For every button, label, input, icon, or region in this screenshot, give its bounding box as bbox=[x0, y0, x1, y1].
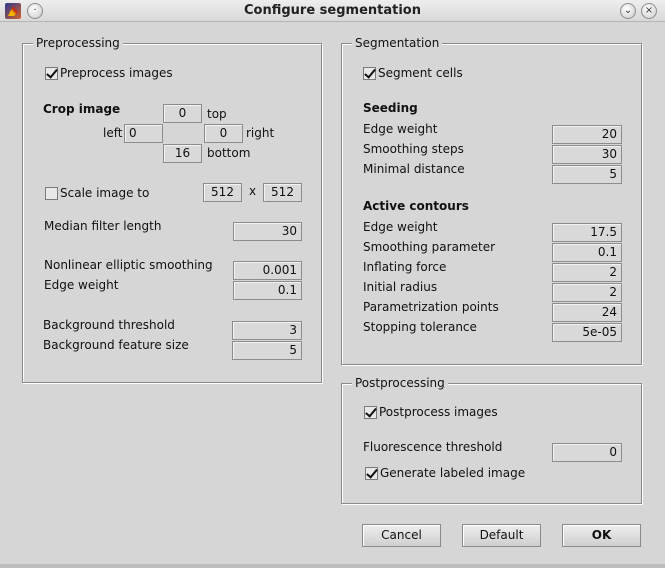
window-title: Configure segmentation bbox=[244, 3, 421, 18]
background-feature-field[interactable]: 5 bbox=[232, 341, 302, 360]
default-button[interactable]: Default bbox=[462, 524, 541, 547]
crop-left-label: left bbox=[103, 126, 123, 140]
ac-edge-weight-field[interactable]: 17.5 bbox=[552, 223, 622, 242]
scale-image-label: Scale image to bbox=[60, 186, 150, 200]
background-threshold-field[interactable]: 3 bbox=[232, 321, 302, 340]
preprocess-images-checkbox[interactable] bbox=[45, 67, 58, 80]
segment-cells-label: Segment cells bbox=[378, 66, 463, 80]
stopping-tolerance-label: Stopping tolerance bbox=[363, 320, 477, 334]
generate-labeled-label: Generate labeled image bbox=[380, 466, 526, 480]
scale-width-field[interactable]: 512 bbox=[203, 183, 242, 202]
crop-top-field[interactable]: 0 bbox=[163, 104, 202, 123]
scale-image-checkbox[interactable] bbox=[45, 187, 58, 200]
cancel-button[interactable]: Cancel bbox=[362, 524, 441, 547]
inflating-force-label: Inflating force bbox=[363, 260, 447, 274]
ok-button[interactable]: OK bbox=[562, 524, 641, 547]
background-feature-label: Background feature size bbox=[43, 338, 189, 352]
minimal-distance-label: Minimal distance bbox=[363, 162, 465, 176]
median-filter-field[interactable]: 30 bbox=[233, 222, 302, 241]
minimal-distance-field[interactable]: 5 bbox=[552, 165, 622, 184]
crop-bottom-field[interactable]: 16 bbox=[163, 144, 202, 163]
preprocess-images-label: Preprocess images bbox=[60, 66, 173, 80]
pre-edge-weight-field[interactable]: 0.1 bbox=[233, 281, 302, 300]
nonlinear-smoothing-field[interactable]: 0.001 bbox=[233, 261, 302, 280]
crop-image-label: Crop image bbox=[43, 102, 121, 116]
crop-left-field[interactable]: 0 bbox=[124, 124, 163, 143]
parametrization-points-label: Parametrization points bbox=[363, 300, 499, 314]
postprocess-images-label: Postprocess images bbox=[379, 405, 498, 419]
smoothing-parameter-label: Smoothing parameter bbox=[363, 240, 496, 254]
smoothing-steps-field[interactable]: 30 bbox=[552, 145, 622, 164]
segmentation-title: Segmentation bbox=[352, 36, 443, 50]
generate-labeled-checkbox[interactable] bbox=[365, 467, 378, 480]
background-threshold-label: Background threshold bbox=[43, 318, 175, 332]
minimize-icon[interactable]: ⌄ bbox=[620, 3, 636, 19]
initial-radius-label: Initial radius bbox=[363, 280, 438, 294]
parametrization-points-field[interactable]: 24 bbox=[552, 303, 622, 322]
crop-right-label: right bbox=[246, 126, 275, 140]
seed-edge-weight-label: Edge weight bbox=[363, 122, 438, 136]
pre-edge-weight-label: Edge weight bbox=[44, 278, 119, 292]
active-contours-heading: Active contours bbox=[363, 199, 469, 213]
crop-bottom-label: bottom bbox=[207, 146, 251, 160]
stopping-tolerance-field[interactable]: 5e-05 bbox=[552, 323, 622, 342]
fluorescence-threshold-field[interactable]: 0 bbox=[552, 443, 622, 462]
smoothing-parameter-field[interactable]: 0.1 bbox=[552, 243, 622, 262]
ac-edge-weight-label: Edge weight bbox=[363, 220, 438, 234]
preprocessing-title: Preprocessing bbox=[33, 36, 123, 50]
scale-height-field[interactable]: 512 bbox=[263, 183, 302, 202]
segment-cells-checkbox[interactable] bbox=[363, 67, 376, 80]
seed-edge-weight-field[interactable]: 20 bbox=[552, 125, 622, 144]
title-bar: · Configure segmentation ⌄ × bbox=[0, 0, 665, 22]
scale-x-label: x bbox=[249, 184, 257, 198]
initial-radius-field[interactable]: 2 bbox=[552, 283, 622, 302]
nonlinear-smoothing-label: Nonlinear elliptic smoothing bbox=[44, 258, 213, 272]
postprocess-images-checkbox[interactable] bbox=[364, 406, 377, 419]
crop-top-label: top bbox=[207, 107, 227, 121]
postprocessing-title: Postprocessing bbox=[352, 376, 448, 390]
window-bottom-edge bbox=[0, 564, 665, 568]
close-icon[interactable]: × bbox=[641, 3, 657, 19]
crop-right-field[interactable]: 0 bbox=[204, 124, 243, 143]
fluorescence-threshold-label: Fluorescence threshold bbox=[363, 440, 503, 454]
inflating-force-field[interactable]: 2 bbox=[552, 263, 622, 282]
seeding-heading: Seeding bbox=[363, 101, 418, 115]
smoothing-steps-label: Smoothing steps bbox=[363, 142, 464, 156]
median-filter-label: Median filter length bbox=[44, 219, 162, 233]
